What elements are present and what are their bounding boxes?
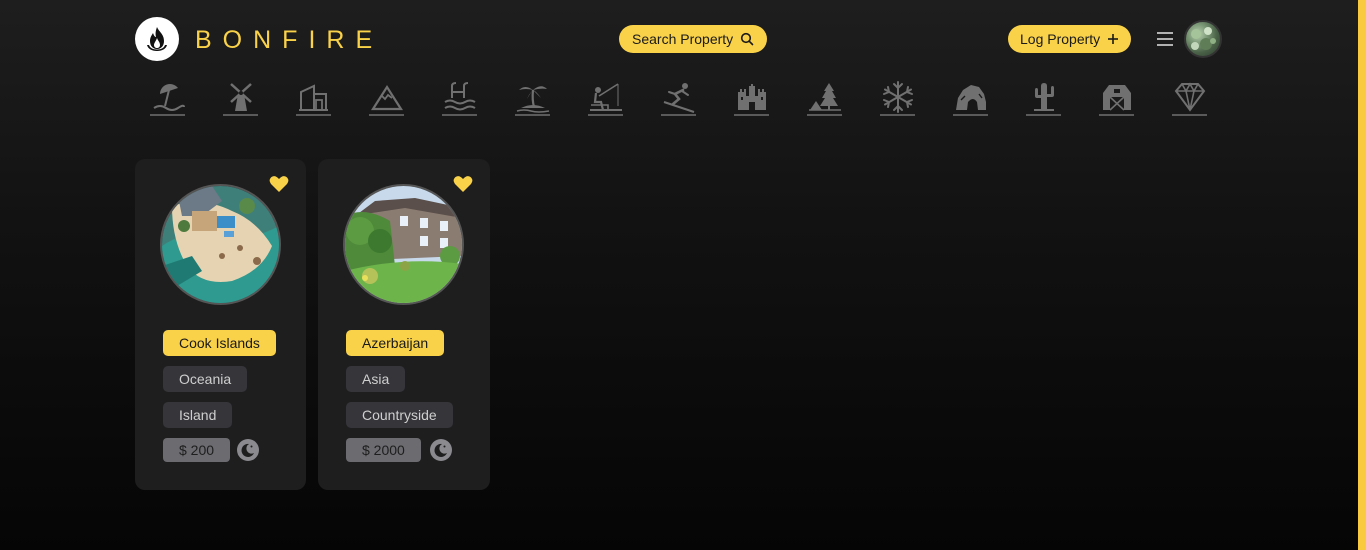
category-skiing[interactable] bbox=[661, 80, 734, 116]
country-tag[interactable]: Cook Islands bbox=[163, 330, 276, 356]
category-underline bbox=[223, 114, 258, 116]
category-castle[interactable] bbox=[734, 80, 807, 116]
category-underline bbox=[807, 114, 842, 116]
category-underline bbox=[953, 114, 988, 116]
logo[interactable] bbox=[135, 17, 179, 61]
category-windmill[interactable] bbox=[223, 80, 296, 116]
category-underline bbox=[442, 114, 477, 116]
category-tropical[interactable] bbox=[515, 80, 588, 116]
category-underline bbox=[1172, 114, 1207, 116]
price-badge: $ 2000 bbox=[346, 438, 421, 462]
heart-icon[interactable] bbox=[453, 175, 473, 193]
fishing-icon bbox=[590, 83, 622, 111]
category-underline bbox=[369, 114, 404, 116]
type-tag[interactable]: Countryside bbox=[346, 402, 453, 428]
category-modern[interactable] bbox=[296, 80, 369, 116]
search-label: Search Property bbox=[632, 31, 734, 47]
beach-umbrella-icon bbox=[153, 84, 185, 111]
modern-house-icon bbox=[299, 84, 328, 111]
castle-icon bbox=[738, 84, 766, 110]
price-badge: $ 200 bbox=[163, 438, 231, 462]
listing-photo[interactable] bbox=[160, 184, 281, 305]
category-underline bbox=[150, 114, 185, 116]
type-tag[interactable]: Island bbox=[163, 402, 233, 428]
search-property-button[interactable]: Search Property bbox=[619, 25, 768, 53]
brand-name: BONFIRE bbox=[195, 26, 384, 54]
category-underline bbox=[1026, 114, 1061, 116]
category-pool[interactable] bbox=[442, 80, 515, 116]
countryside-photo bbox=[345, 186, 462, 303]
category-fishing[interactable] bbox=[588, 80, 661, 116]
category-mountain[interactable] bbox=[369, 80, 442, 116]
category-underline bbox=[661, 114, 696, 116]
category-snow[interactable] bbox=[880, 80, 953, 116]
heart-icon[interactable] bbox=[269, 175, 289, 193]
category-underline bbox=[880, 114, 915, 116]
category-luxury[interactable] bbox=[1172, 80, 1245, 116]
avatar-image bbox=[1191, 27, 1216, 50]
moon-icon bbox=[237, 439, 259, 461]
category-underline bbox=[515, 114, 550, 116]
flame-icon bbox=[147, 27, 167, 51]
category-beach[interactable] bbox=[150, 80, 223, 116]
skiing-icon bbox=[663, 83, 695, 113]
hamburger-icon[interactable] bbox=[1157, 31, 1173, 47]
diamond-icon bbox=[1174, 82, 1206, 112]
mountain-icon bbox=[370, 84, 404, 111]
category-barn[interactable] bbox=[1099, 80, 1172, 116]
cactus-icon bbox=[1034, 83, 1054, 111]
cave-icon bbox=[956, 85, 986, 110]
log-property-button[interactable]: Log Property bbox=[1008, 25, 1132, 53]
listing-card[interactable]: Azerbaijan Asia Countryside $ 2000 bbox=[318, 159, 490, 490]
listing-card[interactable]: Cook Islands Oceania Island $ 200 bbox=[135, 159, 306, 490]
category-desert[interactable] bbox=[1026, 80, 1099, 116]
category-underline bbox=[1099, 114, 1134, 116]
snowflake-icon bbox=[883, 81, 913, 113]
palm-island-icon bbox=[516, 86, 550, 113]
island-photo bbox=[162, 186, 279, 303]
scrollbar-accent[interactable] bbox=[1358, 0, 1366, 550]
log-label: Log Property bbox=[1020, 31, 1101, 47]
category-underline bbox=[588, 114, 623, 116]
windmill-icon bbox=[230, 83, 252, 111]
category-underline bbox=[296, 114, 331, 116]
top-header: BONFIRE Search Property Log Property bbox=[135, 17, 1223, 61]
forest-camping-icon bbox=[809, 83, 841, 111]
avatar[interactable] bbox=[1184, 20, 1222, 58]
region-tag[interactable]: Oceania bbox=[163, 366, 248, 392]
listing-photo[interactable] bbox=[343, 184, 464, 305]
category-cave[interactable] bbox=[953, 80, 1026, 116]
plus-icon bbox=[1108, 34, 1119, 44]
category-bar bbox=[150, 80, 1245, 116]
category-forest[interactable] bbox=[807, 80, 880, 116]
search-icon bbox=[741, 32, 754, 46]
country-tag[interactable]: Azerbaijan bbox=[346, 330, 445, 356]
barn-icon bbox=[1103, 85, 1131, 111]
region-tag[interactable]: Asia bbox=[346, 366, 406, 392]
category-underline bbox=[734, 114, 769, 116]
pool-icon bbox=[444, 82, 476, 111]
moon-icon bbox=[430, 439, 452, 461]
